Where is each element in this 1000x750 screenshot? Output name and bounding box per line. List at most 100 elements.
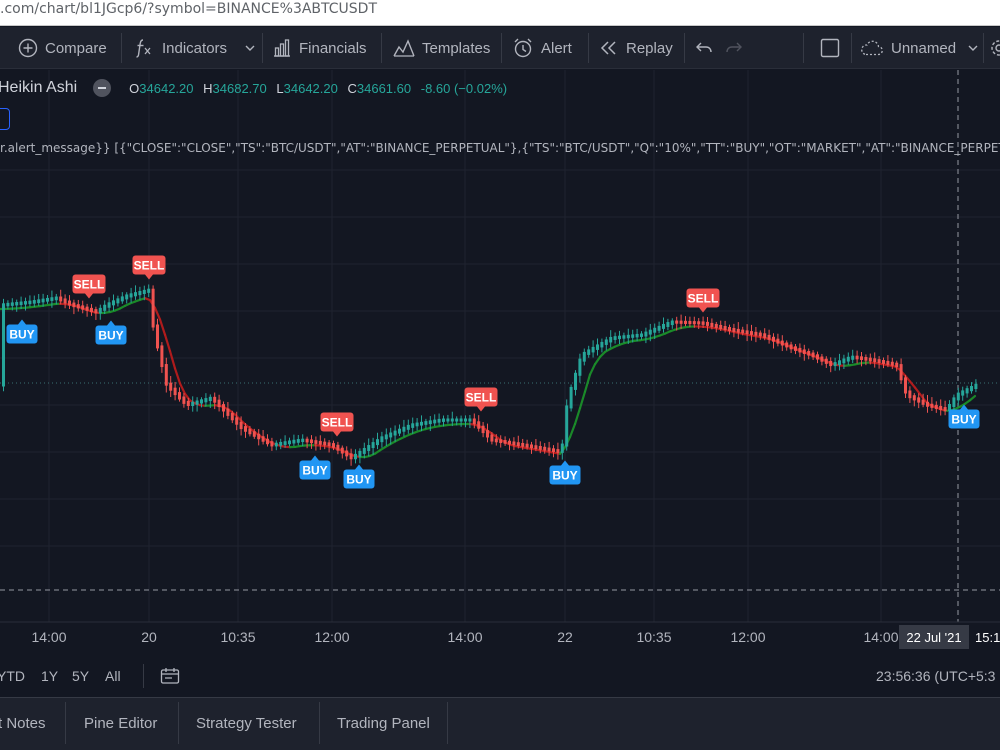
- signal-label: SELL: [688, 292, 719, 306]
- tab-notes[interactable]: t Notes: [0, 698, 46, 748]
- candle-body: [94, 309, 98, 314]
- candle-body: [19, 301, 23, 305]
- candle-body: [367, 445, 371, 451]
- candle-body: [318, 440, 322, 445]
- candles: [2, 284, 978, 466]
- candle-body: [772, 336, 775, 342]
- ma-segment: [168, 349, 177, 370]
- candle-body: [81, 305, 85, 310]
- candle-body: [226, 408, 230, 416]
- candle-body: [477, 421, 481, 429]
- candle-body: [120, 296, 124, 302]
- candle-body: [195, 400, 199, 405]
- candle-body: [24, 301, 27, 305]
- candle-body: [890, 361, 894, 366]
- candle-body: [464, 418, 467, 422]
- buy-signal[interactable]: BUY: [95, 320, 127, 345]
- candle-body: [899, 364, 903, 381]
- buy-signal[interactable]: BUY: [6, 319, 38, 344]
- range-ytd[interactable]: YTD: [0, 656, 25, 696]
- candle-body: [604, 339, 608, 345]
- indicator-tag[interactable]: [0, 108, 10, 130]
- candle-body: [323, 441, 327, 446]
- sell-signal[interactable]: SELL: [320, 412, 354, 437]
- ma-segment: [968, 394, 977, 402]
- candle-body: [648, 329, 652, 335]
- candle-body: [112, 300, 115, 306]
- candle-body: [961, 390, 965, 396]
- timezone-clock[interactable]: 23:56:36 (UTC+5:3: [876, 656, 995, 696]
- candle-body: [908, 390, 912, 399]
- candle-body: [345, 450, 349, 457]
- ma-segment: [158, 318, 167, 336]
- candle-body: [433, 419, 437, 424]
- ma-segment: [183, 392, 192, 402]
- tab-divider: [178, 702, 179, 744]
- time-tick-label: 20: [141, 629, 157, 645]
- change-value: -8.60 (−0.02%): [420, 80, 508, 96]
- buy-signal[interactable]: BUY: [343, 464, 375, 489]
- candle-body: [164, 364, 168, 386]
- candle-body: [952, 397, 956, 407]
- candle-body: [446, 418, 450, 422]
- candle-body: [794, 346, 797, 351]
- signal-label: BUY: [302, 464, 327, 478]
- candle-body: [129, 293, 133, 298]
- candle-body: [912, 395, 916, 401]
- candle-body: [516, 442, 520, 446]
- candle-body: [200, 399, 203, 404]
- candle-body: [420, 421, 423, 426]
- candle-body: [354, 453, 357, 460]
- candle-body: [257, 433, 261, 440]
- candle-body: [882, 360, 885, 364]
- buy-signal[interactable]: BUY: [948, 404, 980, 429]
- candle-body: [701, 321, 705, 325]
- ma-segment: [913, 386, 922, 396]
- signal-pointer: [699, 307, 707, 313]
- candle-body: [63, 298, 67, 304]
- sell-signal[interactable]: SELL: [464, 387, 498, 412]
- candle-body: [486, 430, 489, 438]
- candle-body: [393, 430, 397, 436]
- candle-body: [917, 397, 921, 403]
- range-5y[interactable]: 5Y: [72, 656, 89, 696]
- range-1y[interactable]: 1Y: [41, 656, 58, 696]
- calendar-icon: [160, 668, 180, 684]
- signal-pointer: [18, 319, 26, 325]
- candle-body: [358, 450, 362, 457]
- time-axis[interactable]: 14:00 20 10:35 12:00 14:00 22 10:35 12:00 14:00: [31, 629, 898, 645]
- candle-body: [736, 328, 740, 333]
- signal-pointer: [85, 293, 93, 299]
- candle-body: [314, 440, 318, 444]
- candle-body: [15, 301, 19, 306]
- candle-body: [741, 329, 745, 334]
- buy-signal[interactable]: BUY: [549, 460, 581, 485]
- candle-body: [626, 334, 630, 339]
- goto-date-button[interactable]: [160, 656, 180, 696]
- candle-body: [728, 327, 731, 332]
- candle-body: [244, 426, 247, 432]
- candle-body: [679, 320, 683, 324]
- candle-body: [32, 300, 36, 304]
- candle-body: [376, 439, 379, 446]
- collapse-legend-button[interactable]: [93, 79, 112, 97]
- candle-body: [723, 325, 727, 331]
- candle-body: [292, 439, 296, 444]
- candle-body: [142, 289, 146, 295]
- tab-trading-panel[interactable]: Trading Panel: [337, 698, 430, 748]
- candle-body: [204, 398, 208, 403]
- tab-strategy-tester[interactable]: Strategy Tester: [196, 698, 297, 748]
- tab-divider: [319, 702, 320, 744]
- candle-body: [103, 304, 107, 311]
- candle-body: [868, 357, 872, 362]
- candle-body: [54, 296, 58, 301]
- sell-signal[interactable]: SELL: [72, 274, 106, 299]
- sell-signal[interactable]: SELL: [132, 255, 166, 280]
- buy-signal[interactable]: BUY: [299, 455, 331, 480]
- sell-signal[interactable]: SELL: [686, 288, 720, 313]
- tab-pine-editor[interactable]: Pine Editor: [84, 698, 157, 748]
- candle-body: [688, 320, 692, 325]
- chart-style-label[interactable]: Heikin Ashi: [0, 79, 77, 97]
- tab-divider: [447, 702, 448, 744]
- range-all[interactable]: All: [105, 656, 121, 696]
